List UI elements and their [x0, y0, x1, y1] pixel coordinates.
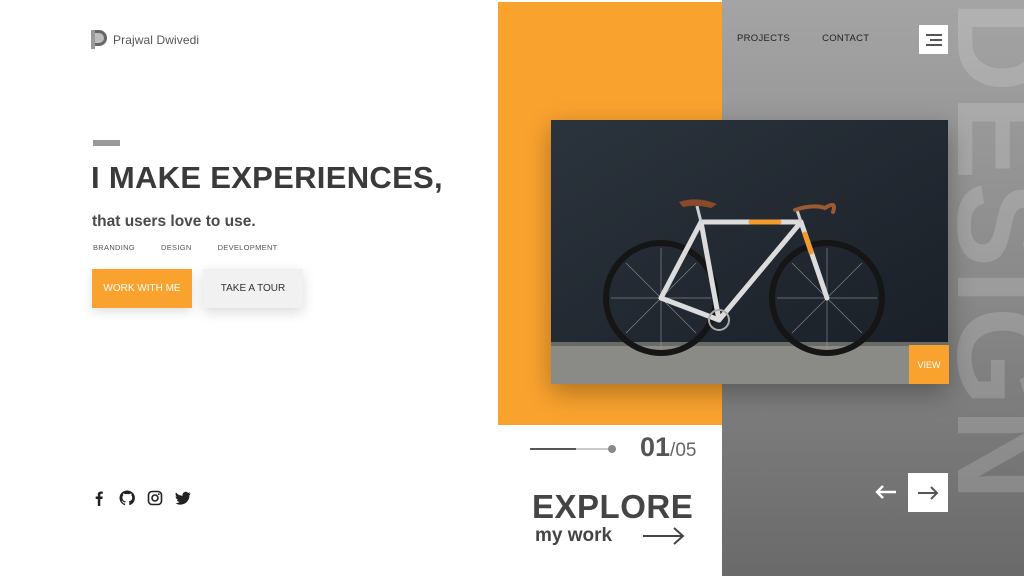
progress-fill — [530, 448, 577, 450]
skill-tags: BRANDING DESIGN DEVELOPMENT — [93, 243, 278, 252]
next-slide-button[interactable] — [908, 473, 948, 512]
take-a-tour-button[interactable]: TAKE A TOUR — [203, 269, 303, 308]
slide-counter: 01/05 — [640, 432, 696, 463]
tag-design: DESIGN — [161, 243, 192, 252]
bicycle-illustration — [551, 120, 948, 384]
arrow-right-icon — [918, 485, 939, 500]
headline-accent-bar — [93, 140, 120, 146]
logo-p-icon — [91, 30, 107, 49]
brand-logo[interactable]: Prajwal Dwivedi — [91, 30, 199, 49]
facebook-icon[interactable] — [91, 490, 107, 506]
side-word: DESIGN — [930, 0, 1024, 503]
hero-subline: that users love to use. — [92, 213, 256, 230]
github-icon[interactable] — [119, 490, 135, 506]
brand-name: Prajwal Dwivedi — [113, 32, 200, 47]
bicycle-photo[interactable] — [551, 120, 948, 384]
nav-projects[interactable]: PROJECTS — [737, 33, 790, 44]
top-nav: PROJECTS CONTACT — [737, 33, 869, 44]
nav-contact[interactable]: CONTACT — [822, 33, 869, 44]
arrow-left-icon — [875, 485, 896, 499]
twitter-icon[interactable] — [175, 490, 191, 506]
progress-knob[interactable] — [608, 445, 616, 453]
tag-branding: BRANDING — [93, 243, 135, 252]
work-with-me-button[interactable]: WORK WITH ME — [92, 269, 192, 308]
explore-subtitle[interactable]: my work — [535, 525, 612, 547]
explore-title[interactable]: EXPLORE — [532, 488, 693, 526]
slide-current: 01 — [640, 432, 671, 462]
hero-headline: I MAKE EXPERIENCES, — [91, 160, 443, 195]
prev-slide-button[interactable] — [870, 478, 902, 506]
social-links — [91, 490, 191, 506]
tag-development: DEVELOPMENT — [217, 243, 278, 252]
slide-total: /05 — [670, 440, 697, 461]
slide-progress-bar — [530, 445, 616, 453]
instagram-icon[interactable] — [147, 490, 163, 506]
hamburger-icon[interactable] — [919, 25, 948, 54]
arrow-right-icon[interactable] — [643, 526, 685, 546]
view-button[interactable]: VIEW — [909, 345, 949, 384]
